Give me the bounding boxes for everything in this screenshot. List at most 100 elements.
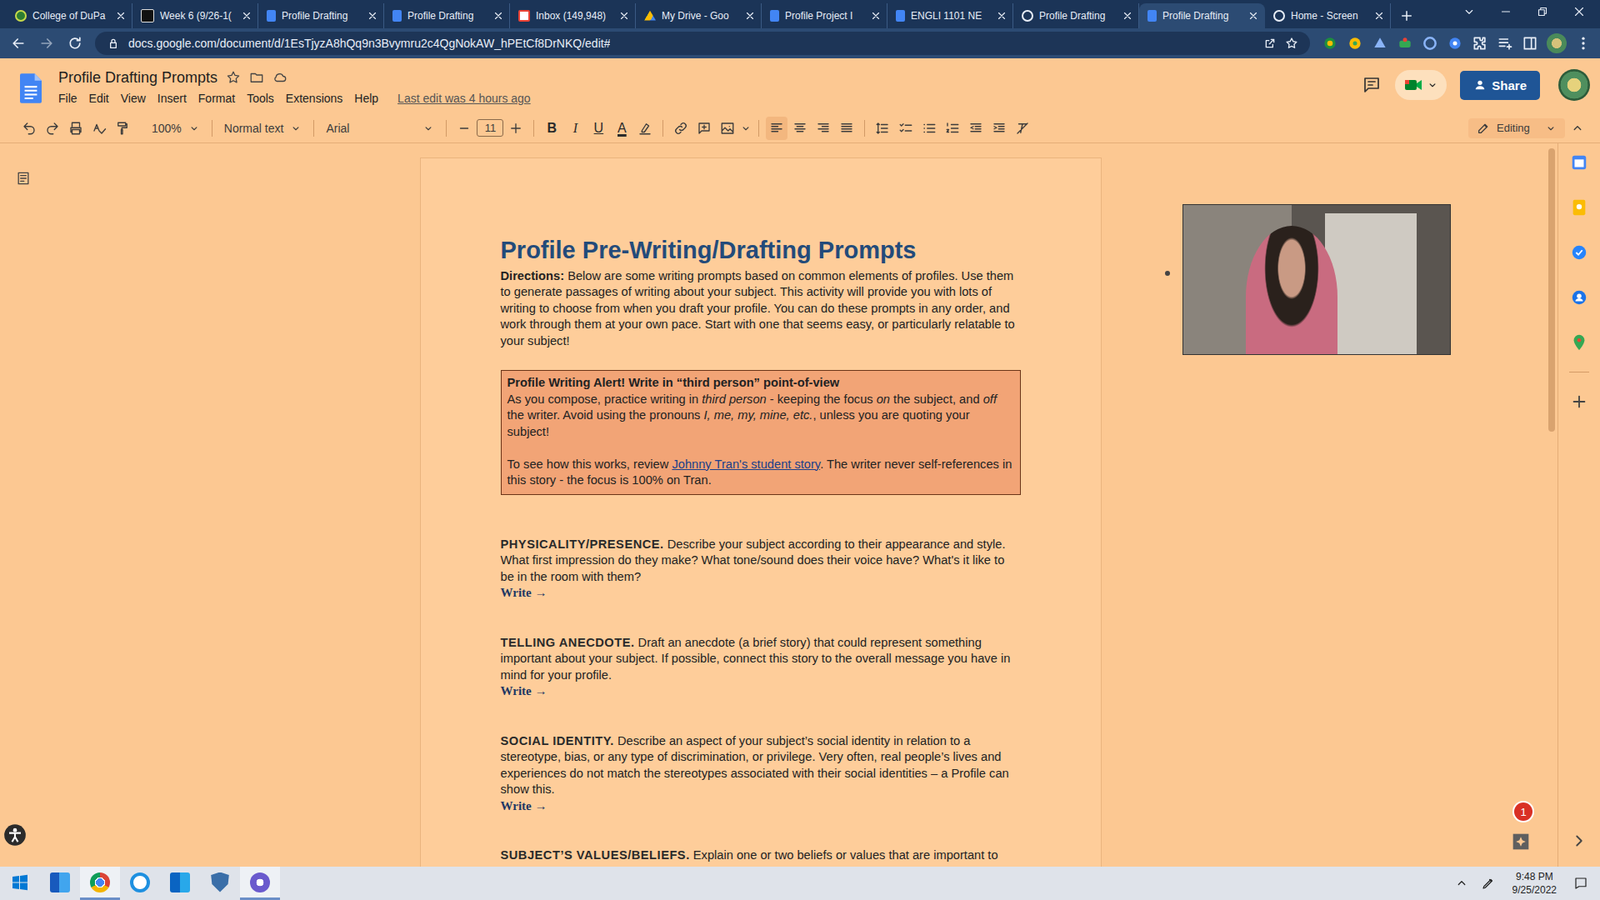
checklist-button[interactable]: [895, 116, 917, 140]
start-button[interactable]: [0, 866, 40, 900]
paint-button[interactable]: [111, 116, 134, 140]
keep-icon[interactable]: [1570, 198, 1589, 217]
accessibility-icon[interactable]: [3, 823, 27, 847]
spell-button[interactable]: [88, 116, 110, 140]
calendar-icon[interactable]: [1570, 153, 1589, 172]
document-title[interactable]: Profile Drafting Prompts: [58, 69, 218, 87]
align-justify-button[interactable]: [835, 116, 858, 140]
chevron-right-icon[interactable]: [1570, 831, 1589, 850]
account-avatar[interactable]: [1558, 69, 1590, 101]
undo-button[interactable]: [18, 116, 40, 140]
last-edit-link[interactable]: Last edit was 4 hours ago: [397, 91, 531, 105]
contacts-icon[interactable]: [1570, 288, 1589, 307]
overlay-handle[interactable]: [1165, 270, 1170, 276]
clear-button[interactable]: [1011, 116, 1034, 140]
profile-avatar[interactable]: [1546, 33, 1567, 54]
maps-icon[interactable]: [1570, 333, 1589, 352]
minimize-icon[interactable]: [1498, 4, 1514, 20]
increase-size-button[interactable]: [505, 116, 527, 140]
notification-badge[interactable]: 1: [1514, 802, 1533, 821]
caret-icon[interactable]: [740, 122, 752, 135]
ie-taskbar-button[interactable]: [120, 866, 160, 900]
numbered-button[interactable]: [941, 116, 964, 140]
menu-item[interactable]: Extensions: [280, 91, 349, 105]
paragraph-style-dropdown[interactable]: Normal text: [219, 116, 308, 140]
story-link[interactable]: Johnny Tran's student story: [671, 457, 820, 471]
mode-dropdown[interactable]: Editing: [1468, 118, 1565, 139]
menu-item[interactable]: View: [115, 91, 152, 105]
screencast-taskbar-button[interactable]: [240, 866, 280, 900]
align-center-button[interactable]: [789, 116, 811, 140]
reading-list-icon[interactable]: [1496, 35, 1514, 52]
redo-button[interactable]: [41, 116, 64, 140]
browser-tab[interactable]: Inbox (149,948): [510, 3, 636, 29]
outlook-taskbar-button[interactable]: [160, 866, 200, 900]
close-icon[interactable]: [1121, 10, 1134, 22]
extension-icon[interactable]: [1446, 35, 1464, 52]
pen-icon[interactable]: [1480, 875, 1496, 891]
close-icon[interactable]: [240, 10, 253, 22]
bullets-button[interactable]: [918, 116, 940, 140]
add-on-plus-icon[interactable]: [1570, 392, 1589, 411]
menu-item[interactable]: Format: [192, 91, 241, 105]
browser-tab[interactable]: My Drive - Goo: [635, 3, 762, 29]
tasks-icon[interactable]: [1570, 243, 1589, 262]
browser-tab[interactable]: College of DuPa: [6, 3, 133, 29]
bold-button[interactable]: B: [540, 116, 563, 140]
link-button[interactable]: [670, 116, 692, 140]
outline-icon[interactable]: [15, 170, 32, 187]
indent-button[interactable]: [988, 116, 1010, 140]
meet-button[interactable]: [1395, 70, 1447, 100]
menu-dots-icon[interactable]: [1575, 35, 1592, 52]
extension-icon[interactable]: [1421, 35, 1439, 52]
forward-icon[interactable]: [38, 35, 55, 52]
tab-search-icon[interactable]: [1461, 4, 1477, 20]
close-icon[interactable]: [115, 10, 127, 22]
scrollbar[interactable]: [1545, 143, 1558, 867]
outdent-button[interactable]: [965, 116, 987, 140]
browser-tab[interactable]: Profile Project I: [761, 3, 888, 29]
italic-button[interactable]: I: [564, 116, 586, 140]
menu-item[interactable]: Help: [348, 91, 385, 105]
extension-icon[interactable]: [1321, 35, 1339, 52]
clock[interactable]: 9:48 PM9/25/2022: [1507, 870, 1562, 897]
star-icon[interactable]: [225, 70, 241, 85]
show-hidden-icon[interactable]: [1454, 875, 1470, 891]
underline-button[interactable]: U: [587, 116, 610, 140]
hide-menus-button[interactable]: [1566, 116, 1589, 140]
comments-icon[interactable]: [1361, 75, 1382, 95]
reload-icon[interactable]: [66, 35, 84, 52]
browser-tab[interactable]: Week 6 (9/26-1(: [132, 3, 259, 29]
browser-tab[interactable]: Profile Drafting: [1013, 3, 1140, 29]
browser-tab[interactable]: ENGLI 1101 NE: [887, 3, 1014, 29]
extension-icon[interactable]: [1346, 35, 1364, 52]
bookmark-star-icon[interactable]: [1285, 36, 1299, 50]
docs-logo-icon[interactable]: [20, 73, 42, 104]
text-color-button[interactable]: A: [610, 116, 633, 140]
print-button[interactable]: [65, 116, 87, 140]
align-right-button[interactable]: [812, 116, 835, 140]
font-size-field[interactable]: 11: [476, 119, 504, 137]
close-icon[interactable]: [744, 10, 756, 22]
align-left-button[interactable]: [765, 116, 788, 140]
puzzle-icon[interactable]: [1471, 35, 1489, 52]
browser-tab[interactable]: Profile Drafting: [258, 3, 385, 29]
menu-item[interactable]: Edit: [83, 91, 115, 105]
share-page-icon[interactable]: [1263, 36, 1277, 50]
spacing-button[interactable]: [871, 116, 894, 140]
close-icon[interactable]: [1247, 10, 1260, 22]
highlight-button[interactable]: [634, 116, 656, 140]
browser-tab[interactable]: Profile Drafting: [1139, 3, 1265, 29]
lock-icon[interactable]: [106, 36, 120, 50]
menu-item[interactable]: Insert: [151, 91, 193, 105]
image-button[interactable]: [716, 116, 739, 140]
close-icon[interactable]: [870, 10, 882, 22]
new-tab-icon[interactable]: [1399, 8, 1415, 24]
move-folder-icon[interactable]: [249, 70, 265, 85]
addcomment-button[interactable]: [693, 116, 715, 140]
webcam-overlay[interactable]: [1182, 204, 1451, 355]
chrome-taskbar-button[interactable]: [80, 866, 120, 900]
address-bar[interactable]: docs.google.com/document/d/1EsTjyzA8hQq9…: [95, 31, 1310, 55]
zoom-dropdown[interactable]: 100%: [146, 116, 205, 140]
close-window-icon[interactable]: [1571, 4, 1587, 20]
